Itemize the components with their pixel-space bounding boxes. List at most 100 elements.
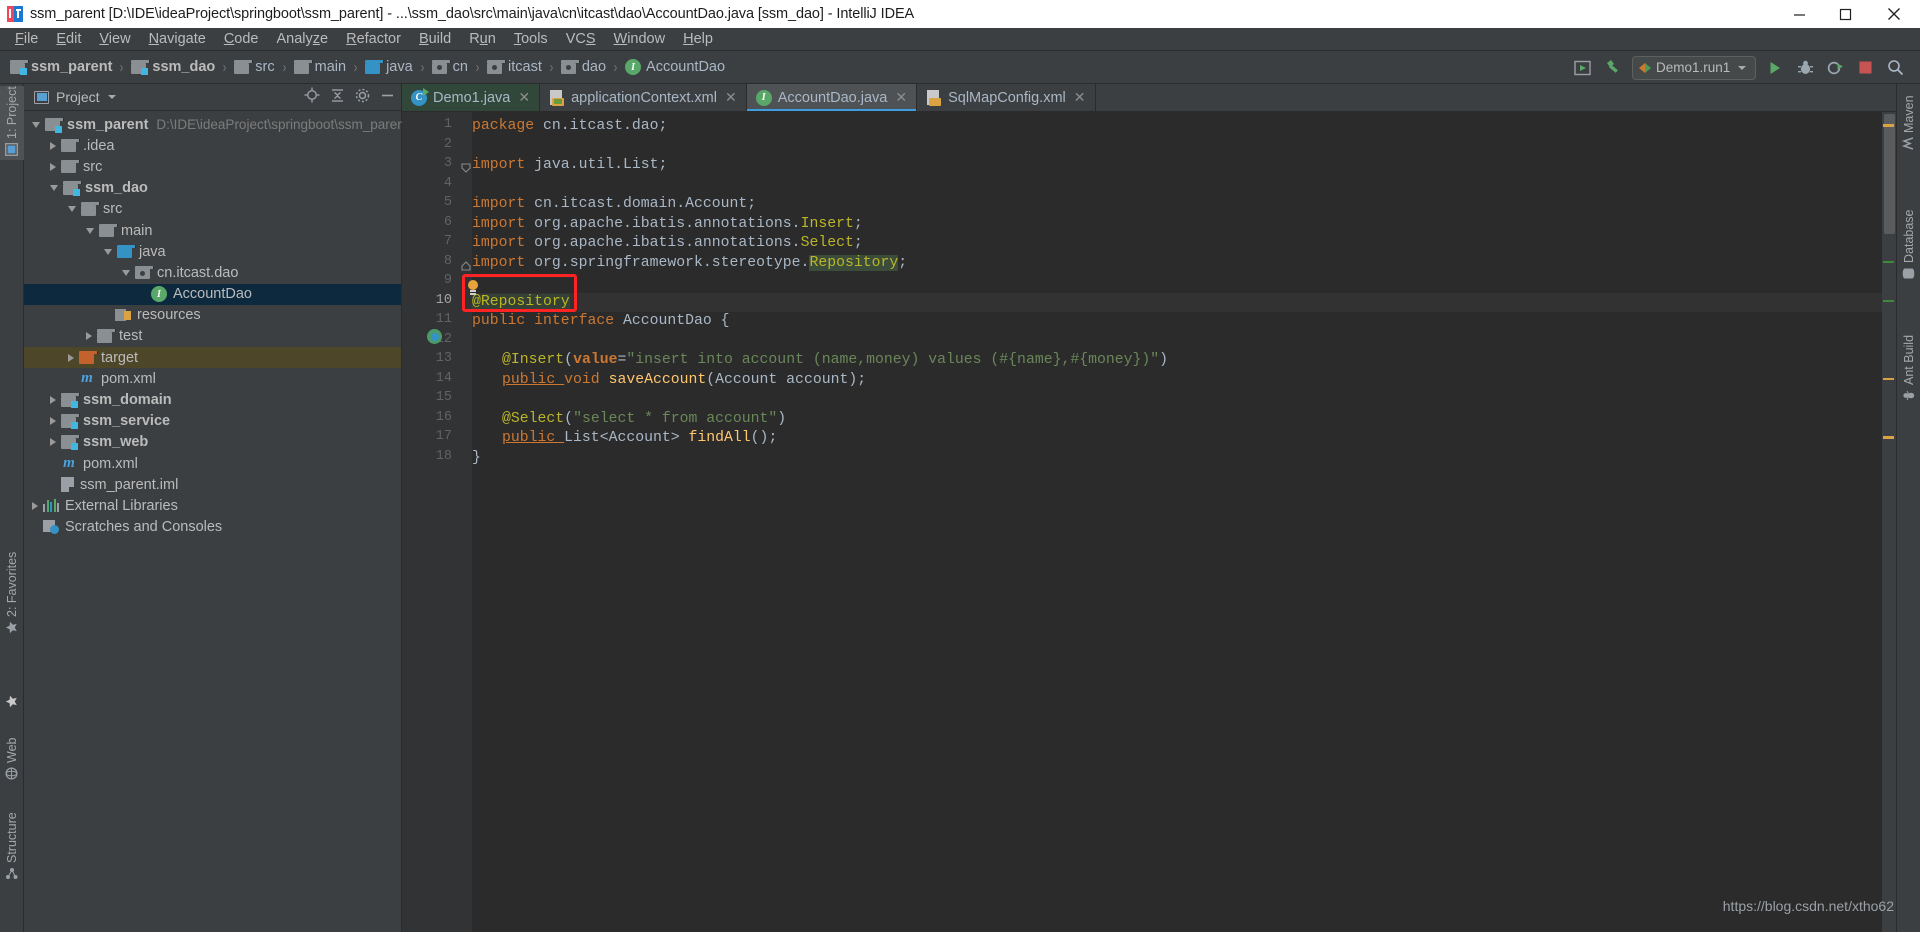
- tree-row-ssm-parent-iml[interactable]: ssm_parent.iml: [24, 474, 401, 495]
- minimize-button[interactable]: [1776, 0, 1822, 28]
- close-button[interactable]: [1868, 0, 1920, 28]
- tree-row-ssm-domain[interactable]: ssm_domain: [24, 389, 401, 410]
- chevron-down-icon[interactable]: [104, 248, 112, 255]
- sidebar-item-structure[interactable]: Structure: [0, 796, 24, 884]
- hide-panel-icon[interactable]: [380, 88, 395, 108]
- tree-row-ssm-service[interactable]: ssm_service: [24, 411, 401, 432]
- menu-item-window[interactable]: Window: [605, 28, 675, 50]
- breadcrumb-item-main[interactable]: main: [293, 59, 346, 75]
- code-text[interactable]: package cn.itcast.dao; import java.util.L…: [472, 112, 1896, 932]
- chevron-right-icon[interactable]: [50, 417, 56, 426]
- tree-row-resources[interactable]: resources: [24, 305, 401, 326]
- editor-scrollbar-thumb[interactable]: [1884, 114, 1895, 234]
- tree-row-java[interactable]: java: [24, 241, 401, 262]
- fold-expand-icon[interactable]: [461, 160, 471, 173]
- scroll-from-source-icon[interactable]: [304, 87, 320, 108]
- error-stripe-marker[interactable]: [1883, 436, 1894, 439]
- chevron-down-icon[interactable]: [122, 269, 130, 276]
- error-stripe-marker[interactable]: [1883, 299, 1894, 302]
- close-tab-icon[interactable]: ✕: [895, 89, 907, 106]
- menu-item-help[interactable]: Help: [674, 28, 722, 50]
- code-folding-column[interactable]: [460, 112, 472, 932]
- menu-item-view[interactable]: View: [90, 28, 139, 50]
- error-stripe-marker-bar[interactable]: [1882, 112, 1896, 932]
- tree-row-external-libraries[interactable]: External Libraries: [24, 495, 401, 516]
- sidebar-item-maven[interactable]: Maven: [1897, 88, 1920, 154]
- breadcrumb-item-src[interactable]: src: [234, 59, 275, 75]
- chevron-down-icon[interactable]: [50, 185, 58, 192]
- fold-collapse-icon[interactable]: [461, 258, 471, 271]
- error-stripe-marker[interactable]: [1883, 124, 1894, 127]
- spring-bean-icon[interactable]: [427, 329, 442, 344]
- run-button[interactable]: [1760, 55, 1790, 81]
- chevron-down-icon[interactable]: [107, 95, 116, 99]
- tree-row-pom-xml[interactable]: m pom.xml: [24, 453, 401, 474]
- run-configuration-selector[interactable]: Demo1.run1: [1632, 55, 1756, 80]
- sidebar-item-web[interactable]: Web: [0, 722, 24, 784]
- error-stripe-marker[interactable]: [1883, 377, 1894, 380]
- chevron-down-icon[interactable]: [1738, 65, 1747, 70]
- menu-item-build[interactable]: Build: [410, 28, 460, 50]
- editor-tab-applicationcontext-xml[interactable]: applicationContext.xml ✕: [540, 84, 747, 111]
- chevron-right-icon[interactable]: [86, 332, 92, 341]
- menu-item-run[interactable]: Run: [460, 28, 505, 50]
- tree-row-accountdao[interactable]: I AccountDao: [24, 283, 401, 305]
- tree-row-ssm-dao[interactable]: ssm_dao: [24, 178, 401, 199]
- editor-tab-accountdao-java[interactable]: I AccountDao.java ✕: [746, 84, 918, 111]
- favorites-star-icon-btn[interactable]: [0, 686, 24, 712]
- debug-button[interactable]: [1790, 55, 1820, 81]
- tree-row--idea[interactable]: .idea: [24, 135, 401, 156]
- chevron-down-icon[interactable]: [86, 227, 94, 234]
- maximize-button[interactable]: [1822, 0, 1868, 28]
- error-stripe-marker[interactable]: [1883, 260, 1894, 263]
- tree-row-ssm-parent[interactable]: ssm_parent D:\IDE\ideaProject\springboot\…: [24, 114, 409, 135]
- tree-row-src[interactable]: src: [24, 199, 401, 220]
- select-run-target-icon[interactable]: [1568, 55, 1598, 81]
- collapse-all-icon[interactable]: [330, 88, 345, 108]
- chevron-right-icon[interactable]: [68, 353, 74, 362]
- chevron-right-icon[interactable]: [32, 501, 38, 510]
- chevron-right-icon[interactable]: [50, 438, 56, 447]
- chevron-right-icon[interactable]: [50, 141, 56, 150]
- sidebar-item-database[interactable]: Database: [1897, 196, 1920, 284]
- breadcrumb-item-ssm-dao[interactable]: ssm_dao: [131, 59, 215, 75]
- sidebar-item-project[interactable]: 1: Project: [0, 86, 24, 160]
- editor-tab-sqlmapconfig-xml[interactable]: SqlMapConfig.xml ✕: [917, 84, 1096, 111]
- menu-item-code[interactable]: Code: [215, 28, 268, 50]
- menu-item-vcs[interactable]: VCS: [557, 28, 605, 50]
- breadcrumb-item-accountdao[interactable]: I AccountDao: [625, 59, 725, 75]
- chevron-right-icon[interactable]: [50, 162, 56, 171]
- code-editor[interactable]: 1 2 3 4 5 6 7 8 9 10 11 12 13 14 15 16 17 18 package cn.i…: [402, 112, 1896, 932]
- tree-row-scratches-and-consoles[interactable]: Scratches and Consoles: [24, 517, 401, 538]
- tree-row-main[interactable]: main: [24, 220, 401, 241]
- breadcrumb-item-itcast[interactable]: itcast: [487, 59, 542, 75]
- settings-gear-icon[interactable]: [355, 88, 370, 108]
- build-hammer-icon[interactable]: [1598, 55, 1628, 81]
- menu-item-navigate[interactable]: Navigate: [140, 28, 215, 50]
- tree-row-test[interactable]: test: [24, 326, 401, 347]
- breadcrumb-item-java[interactable]: java: [365, 59, 413, 75]
- breadcrumb-item-dao[interactable]: dao: [560, 59, 606, 75]
- project-tree[interactable]: ssm_parent D:\IDE\ideaProject\springboot\…: [24, 111, 409, 538]
- tree-row-cn-itcast-dao[interactable]: cn.itcast.dao: [24, 262, 401, 283]
- stop-button[interactable]: [1850, 55, 1880, 81]
- tree-row-src[interactable]: src: [24, 156, 401, 177]
- chevron-down-icon[interactable]: [32, 121, 40, 128]
- breadcrumb-item-ssm-parent[interactable]: ssm_parent: [10, 59, 112, 75]
- search-everywhere-button[interactable]: [1880, 55, 1910, 81]
- close-tab-icon[interactable]: ✕: [1074, 89, 1086, 106]
- tree-row-ssm-web[interactable]: ssm_web: [24, 432, 401, 453]
- close-tab-icon[interactable]: ✕: [725, 89, 737, 106]
- chevron-right-icon[interactable]: [50, 396, 56, 405]
- menu-item-file[interactable]: File: [6, 28, 47, 50]
- tree-row-pom-xml[interactable]: m pom.xml: [24, 368, 401, 389]
- menu-item-tools[interactable]: Tools: [505, 28, 557, 50]
- menu-item-refactor[interactable]: Refactor: [337, 28, 410, 50]
- menu-item-analyze[interactable]: Analyze: [268, 28, 338, 50]
- editor-tab-demo1-java[interactable]: C Demo1.java ✕: [402, 84, 541, 111]
- chevron-down-icon[interactable]: [68, 206, 76, 213]
- breadcrumb-item-cn[interactable]: cn: [431, 59, 468, 75]
- sidebar-item-favorites[interactable]: 2: Favorites: [0, 546, 24, 638]
- menu-item-edit[interactable]: Edit: [47, 28, 90, 50]
- tree-row-target[interactable]: target: [24, 347, 401, 369]
